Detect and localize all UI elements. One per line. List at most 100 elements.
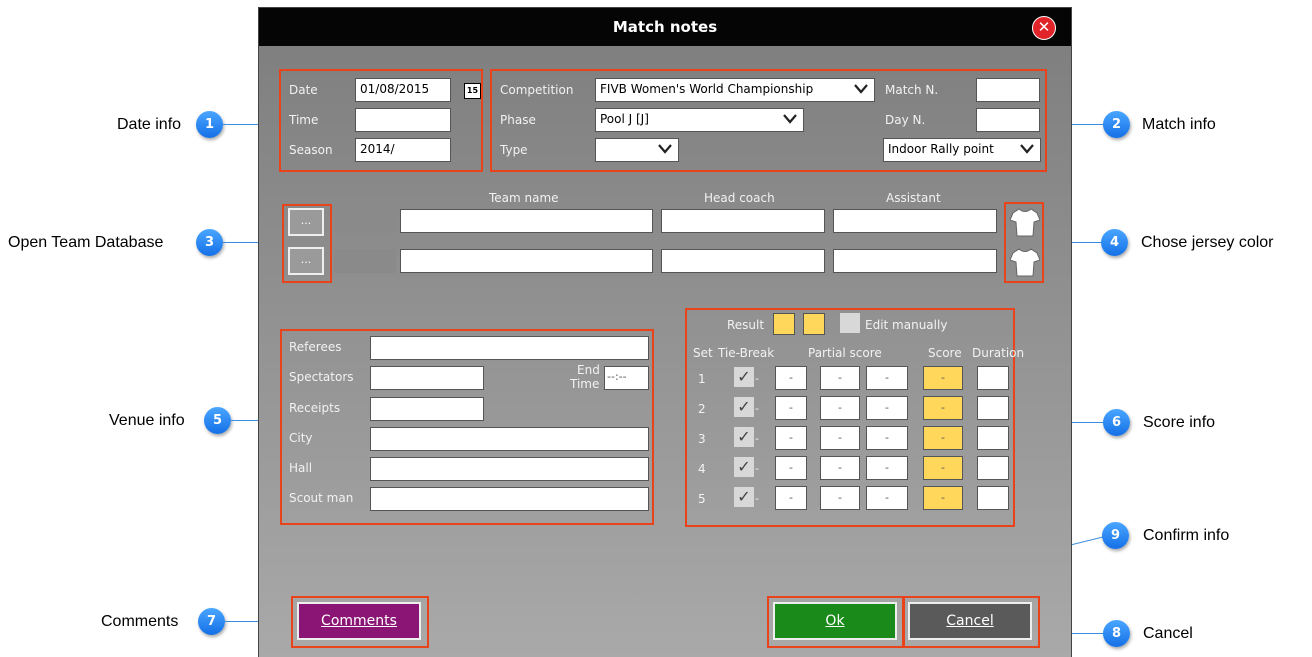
set-row: 5 ✓ - - - - - xyxy=(695,486,1015,512)
match-notes-dialog: Match notes ✕ Date 01/08/2015 15 Time Se… xyxy=(259,8,1071,657)
set-score-field: - xyxy=(923,486,963,510)
cancel-button[interactable]: Cancel xyxy=(908,602,1032,640)
partial-score-field[interactable]: - xyxy=(775,486,807,510)
partial-score-field[interactable]: - xyxy=(775,396,807,420)
callout-badge-9: 9 xyxy=(1102,522,1129,549)
result-away xyxy=(803,313,825,335)
set-row: 3 ✓ - - - - - xyxy=(695,426,1015,452)
time-field[interactable] xyxy=(355,108,451,132)
open-team-database-button-1[interactable]: ... xyxy=(288,208,324,236)
close-icon[interactable]: ✕ xyxy=(1032,16,1056,40)
set-row: 2 ✓ - - - - - xyxy=(695,396,1015,422)
spectators-field[interactable] xyxy=(370,366,484,390)
edit-manually-label: Edit manually xyxy=(865,318,948,332)
partial-score-field[interactable]: - xyxy=(866,426,908,450)
receipts-label: Receipts xyxy=(289,401,341,415)
referees-label: Referees xyxy=(289,340,342,354)
jersey-icon[interactable] xyxy=(1010,207,1040,237)
competition-label: Competition xyxy=(500,83,574,97)
scoring-system-select[interactable]: Indoor Rally point xyxy=(883,138,1041,162)
phase-label: Phase xyxy=(500,113,536,127)
result-home xyxy=(773,313,795,335)
partial-score-field[interactable]: - xyxy=(820,396,860,420)
partial-score-field[interactable]: - xyxy=(866,396,908,420)
dash-separator: - xyxy=(755,402,759,415)
dash-separator: - xyxy=(755,492,759,505)
tie-break-checkbox[interactable]: ✓ xyxy=(734,487,754,507)
edit-manually-checkbox[interactable] xyxy=(840,313,860,333)
set-row: 1 ✓ - - - - - xyxy=(695,366,1015,392)
partial-score-field[interactable]: - xyxy=(820,426,860,450)
duration-field[interactable] xyxy=(977,486,1009,510)
type-select[interactable] xyxy=(595,138,679,162)
tie-break-header: Tie-Break xyxy=(718,346,775,360)
partial-score-field[interactable]: - xyxy=(866,456,908,480)
callout-badge-5: 5 xyxy=(204,407,231,434)
duration-field[interactable] xyxy=(977,426,1009,450)
callout-badge-3: 3 xyxy=(196,229,223,256)
assistant-field-2[interactable] xyxy=(833,249,997,273)
scout-man-field[interactable] xyxy=(370,487,649,511)
tie-break-checkbox[interactable]: ✓ xyxy=(734,457,754,477)
partial-score-field[interactable]: - xyxy=(820,456,860,480)
callout-date-info: Date info xyxy=(117,116,182,133)
date-field[interactable]: 01/08/2015 xyxy=(355,78,451,102)
spectators-label: Spectators xyxy=(289,370,354,384)
duration-field[interactable] xyxy=(977,456,1009,480)
partial-score-field[interactable]: - xyxy=(820,486,860,510)
hall-label: Hall xyxy=(289,461,313,475)
set-score-field: - xyxy=(923,456,963,480)
callout-venue-info: Venue info xyxy=(109,412,185,429)
tie-break-checkbox[interactable]: ✓ xyxy=(734,367,754,387)
season-field[interactable]: 2014/ xyxy=(355,138,451,162)
duration-field[interactable] xyxy=(977,396,1009,420)
scoring-system-value: Indoor Rally point xyxy=(888,142,994,156)
partial-score-field[interactable]: - xyxy=(866,486,908,510)
callout-badge-7: 7 xyxy=(198,608,225,635)
partial-score-field[interactable]: - xyxy=(820,366,860,390)
tie-break-checkbox[interactable]: ✓ xyxy=(734,397,754,417)
assistant-field-1[interactable] xyxy=(833,209,997,233)
dialog-title: Match notes xyxy=(259,8,1071,46)
set-header: Set xyxy=(693,346,713,360)
team-name-field-1[interactable] xyxy=(400,209,653,233)
callout-badge-2: 2 xyxy=(1103,111,1130,138)
open-team-database-button-2[interactable]: ... xyxy=(288,247,324,275)
comments-button[interactable]: Comments xyxy=(297,602,421,640)
chevron-down-icon xyxy=(854,84,868,94)
phase-select[interactable]: Pool J [J] xyxy=(595,108,804,132)
jersey-icon[interactable] xyxy=(1010,247,1040,277)
callout-badge-8: 8 xyxy=(1103,620,1130,647)
head-coach-header: Head coach xyxy=(704,191,775,205)
callout-score-info: Score info xyxy=(1143,414,1216,431)
callout-jersey-color: Chose jersey color xyxy=(1141,234,1274,251)
hall-field[interactable] xyxy=(370,457,649,481)
set-number: 2 xyxy=(698,402,706,416)
partial-score-field[interactable]: - xyxy=(775,456,807,480)
chevron-down-icon xyxy=(1020,144,1034,154)
callout-comments: Comments xyxy=(101,613,179,630)
receipts-field[interactable] xyxy=(370,397,484,421)
callout-match-info: Match info xyxy=(1142,116,1216,133)
season-label: Season xyxy=(289,143,333,157)
head-coach-field-1[interactable] xyxy=(661,209,825,233)
calendar-icon[interactable]: 15 xyxy=(464,83,481,99)
partial-score-field[interactable]: - xyxy=(775,366,807,390)
day-n-label: Day N. xyxy=(885,113,926,127)
head-coach-field-2[interactable] xyxy=(661,249,825,273)
referees-field[interactable] xyxy=(370,336,649,360)
team-name-field-2[interactable] xyxy=(400,249,653,273)
duration-field[interactable] xyxy=(977,366,1009,390)
set-score-field: - xyxy=(923,426,963,450)
city-field[interactable] xyxy=(370,427,649,451)
callout-badge-6: 6 xyxy=(1103,409,1130,436)
competition-select[interactable]: FIVB Women's World Championship xyxy=(595,78,875,102)
end-time-field[interactable]: --:-- xyxy=(604,366,649,390)
partial-score-field[interactable]: - xyxy=(866,366,908,390)
partial-score-field[interactable]: - xyxy=(775,426,807,450)
team-code-1 xyxy=(334,209,396,233)
tie-break-checkbox[interactable]: ✓ xyxy=(734,427,754,447)
ok-button[interactable]: Ok xyxy=(773,602,897,640)
match-n-field[interactable] xyxy=(976,78,1040,102)
day-n-field[interactable] xyxy=(976,108,1040,132)
